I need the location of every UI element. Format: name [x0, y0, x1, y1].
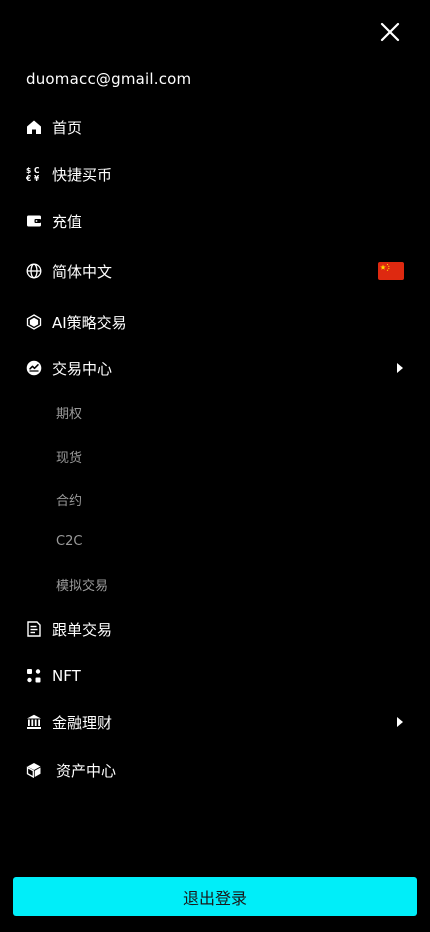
svg-text:¥: ¥	[34, 174, 40, 182]
logout-button[interactable]: 退出登录	[13, 877, 417, 916]
globe-icon	[26, 263, 42, 279]
assets-cube-icon	[26, 762, 42, 778]
wallet-icon	[26, 213, 42, 229]
menu-item-label: 资产中心	[56, 761, 117, 780]
document-icon	[26, 621, 42, 637]
submenu-item-simulated-trading[interactable]: 模拟交易	[56, 575, 108, 594]
menu-item-trading-center[interactable]: 交易中心	[26, 355, 404, 381]
menu-item-assets[interactable]: 资产中心	[26, 757, 404, 783]
menu-item-label: 金融理财	[52, 713, 113, 732]
menu-item-quick-buy[interactable]: $ C € ¥ 快捷买币	[26, 161, 404, 187]
home-icon	[26, 119, 42, 135]
nft-icon	[26, 668, 42, 684]
menu-item-label: 交易中心	[52, 359, 113, 378]
menu-item-label: 简体中文	[52, 262, 113, 281]
svg-text:€: €	[26, 174, 31, 182]
menu-item-label: 跟单交易	[52, 620, 113, 639]
ai-cube-icon	[26, 314, 42, 330]
menu-item-finance[interactable]: 金融理财	[26, 709, 404, 735]
chevron-right-icon	[396, 363, 404, 373]
menu-item-home[interactable]: 首页	[26, 114, 404, 140]
menu-item-label: 首页	[52, 118, 83, 137]
side-menu-screen: duomacc@gmail.com 首页 $ C € ¥ 快捷买币 充值 简体中…	[0, 0, 430, 932]
menu-item-ai-strategy[interactable]: AI策略交易	[26, 309, 404, 335]
chevron-right-icon	[396, 717, 404, 727]
menu-item-label: 充值	[52, 212, 83, 231]
menu-item-language[interactable]: 简体中文	[26, 258, 404, 284]
user-email: duomacc@gmail.com	[26, 70, 192, 88]
trade-swap-icon	[26, 360, 42, 376]
bank-icon	[26, 714, 42, 730]
submenu-item-contract[interactable]: 合约	[56, 490, 82, 509]
currency-exchange-icon: $ C € ¥	[26, 166, 42, 182]
submenu-item-options[interactable]: 期权	[56, 403, 82, 422]
china-flag-icon	[378, 262, 404, 280]
menu-item-label: AI策略交易	[52, 313, 127, 332]
submenu-item-spot[interactable]: 现货	[56, 447, 82, 466]
menu-item-deposit[interactable]: 充值	[26, 208, 404, 234]
menu-item-label: 快捷买币	[52, 165, 113, 184]
submenu-item-c2c[interactable]: C2C	[56, 534, 82, 549]
menu-item-copy-trading[interactable]: 跟单交易	[26, 616, 404, 642]
menu-item-label: NFT	[52, 667, 81, 685]
close-icon[interactable]	[380, 22, 400, 42]
menu-item-nft[interactable]: NFT	[26, 663, 404, 689]
